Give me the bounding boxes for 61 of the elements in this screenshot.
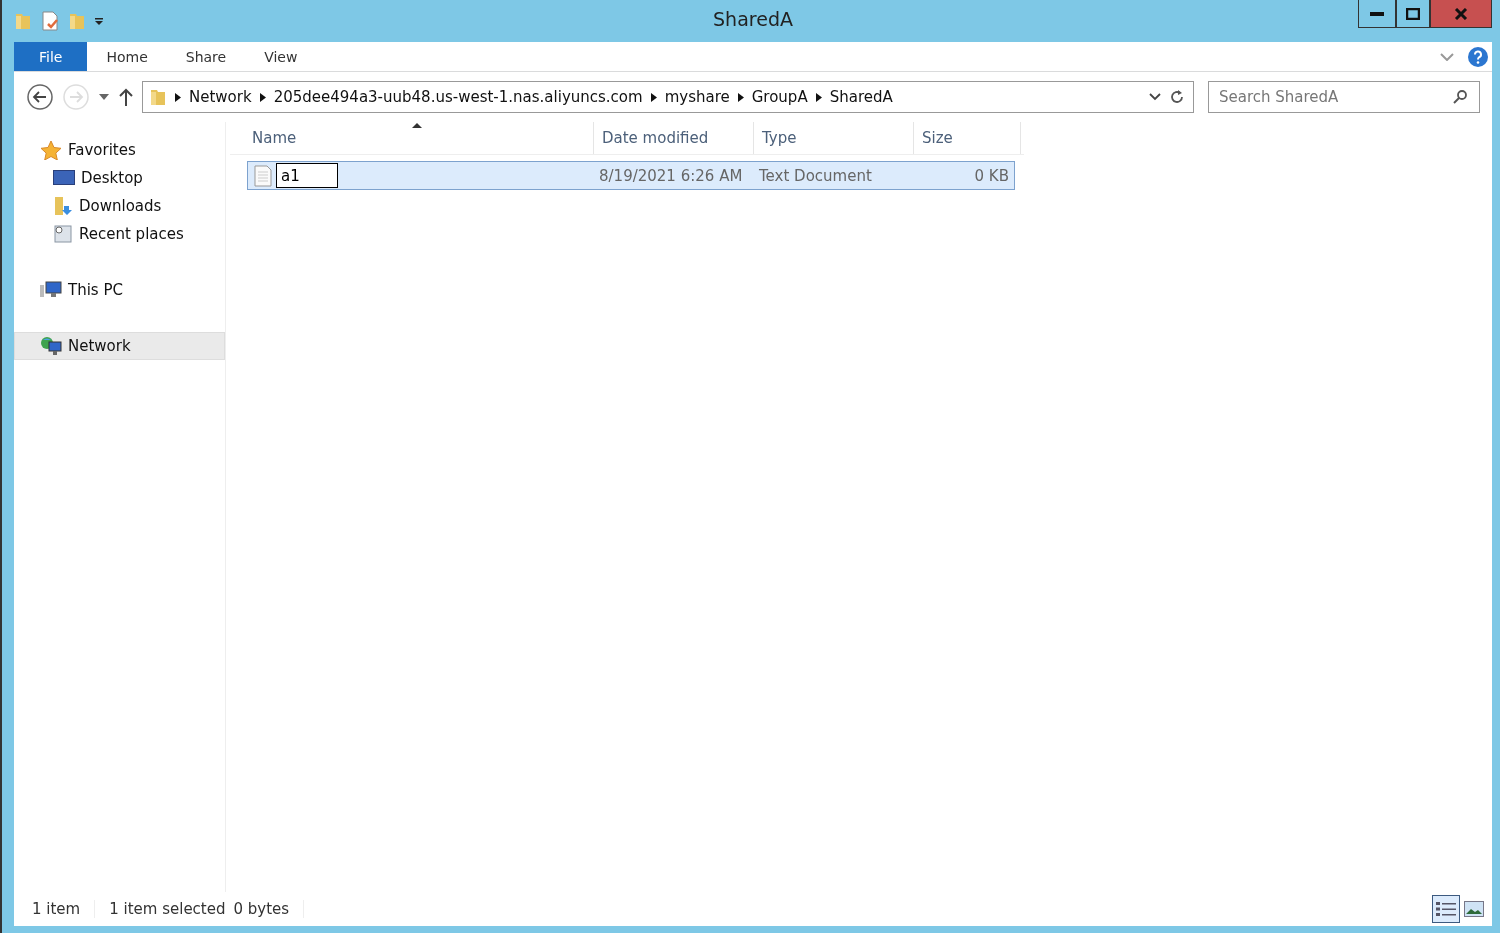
sidebar-item[interactable]: Downloads [14,192,225,220]
item-count: 1 item [32,900,82,918]
breadcrumb[interactable]: SharedA [829,88,893,106]
file-row[interactable]: a1 8/19/2021 6:26 AM Text Document 0 KB [247,161,1015,190]
sidebar-item[interactable]: Favorites [14,136,225,164]
details-view-icon [1435,900,1457,918]
network-icon [40,336,62,356]
recent-places-icon [53,224,73,244]
breadcrumb[interactable]: 205dee494a3-uub48.us-west-1.nas.aliyuncs.com [273,88,643,106]
selection-count: 1 item selected [109,900,227,918]
recent-locations-icon[interactable] [98,93,110,101]
breadcrumb[interactable]: myshare [664,88,730,106]
dropdown-icon[interactable] [1149,93,1161,101]
size-cell: 0 KB [974,166,1009,185]
computer-icon [40,281,62,299]
maximize-icon [1406,7,1420,20]
sidebar-item[interactable]: Network [14,332,225,360]
minimize-button[interactable] [1358,0,1396,28]
date-cell: 8/19/2021 6:26 AM [599,166,743,185]
chevron-right-icon[interactable] [650,92,657,102]
breadcrumb[interactable]: GroupA [751,88,808,106]
column-header[interactable]: Name [230,122,594,154]
download-folder-icon [53,196,73,216]
search-icon[interactable] [1452,89,1468,105]
sidebar-item[interactable]: This PC [14,276,225,304]
chevron-right-icon[interactable] [259,92,266,102]
monitor-icon [53,170,75,186]
close-icon [1454,7,1468,20]
maximize-button[interactable] [1396,0,1430,28]
help-icon[interactable] [1468,46,1488,67]
folder-icon [149,88,167,106]
column-header[interactable]: Type [754,122,914,154]
back-button[interactable] [26,83,54,111]
chevron-right-icon[interactable] [737,92,744,102]
window-title: SharedA [713,8,793,30]
rename-field[interactable]: a1 [276,163,338,188]
thumbnails-view-icon [1464,901,1484,917]
text-file-icon [254,164,272,187]
sidebar-item[interactable]: Recent places [14,220,225,248]
new-folder-icon [68,12,86,30]
refresh-icon[interactable] [1169,89,1185,105]
properties-icon[interactable] [40,11,60,31]
minimize-icon [1370,11,1384,16]
chevron-right-icon[interactable] [815,92,822,102]
selection-size: 0 bytes [233,900,291,918]
column-header[interactable]: Size [914,122,1021,154]
search-field[interactable]: Search SharedA [1208,81,1480,113]
view-button[interactable] [1432,895,1460,923]
address-bar[interactable]: Network 205dee494a3-uub48.us-west-1.nas.aliyuncs.com myshare GroupA SharedA [142,81,1194,113]
type-cell: Text Document [759,166,872,185]
sidebar-item[interactable]: Desktop [14,164,225,192]
chevron-right-icon[interactable] [175,92,181,102]
caret-icon[interactable] [94,17,104,25]
ribbon-tab[interactable]: File [14,42,88,71]
folder-icon [14,12,32,30]
star-icon [40,140,62,160]
breadcrumb[interactable]: Network [189,88,252,106]
up-arrow-icon[interactable] [118,87,134,107]
close-button[interactable] [1430,0,1492,28]
column-header[interactable]: Date modified [594,122,754,154]
expand-ribbon-icon[interactable] [1440,52,1454,61]
